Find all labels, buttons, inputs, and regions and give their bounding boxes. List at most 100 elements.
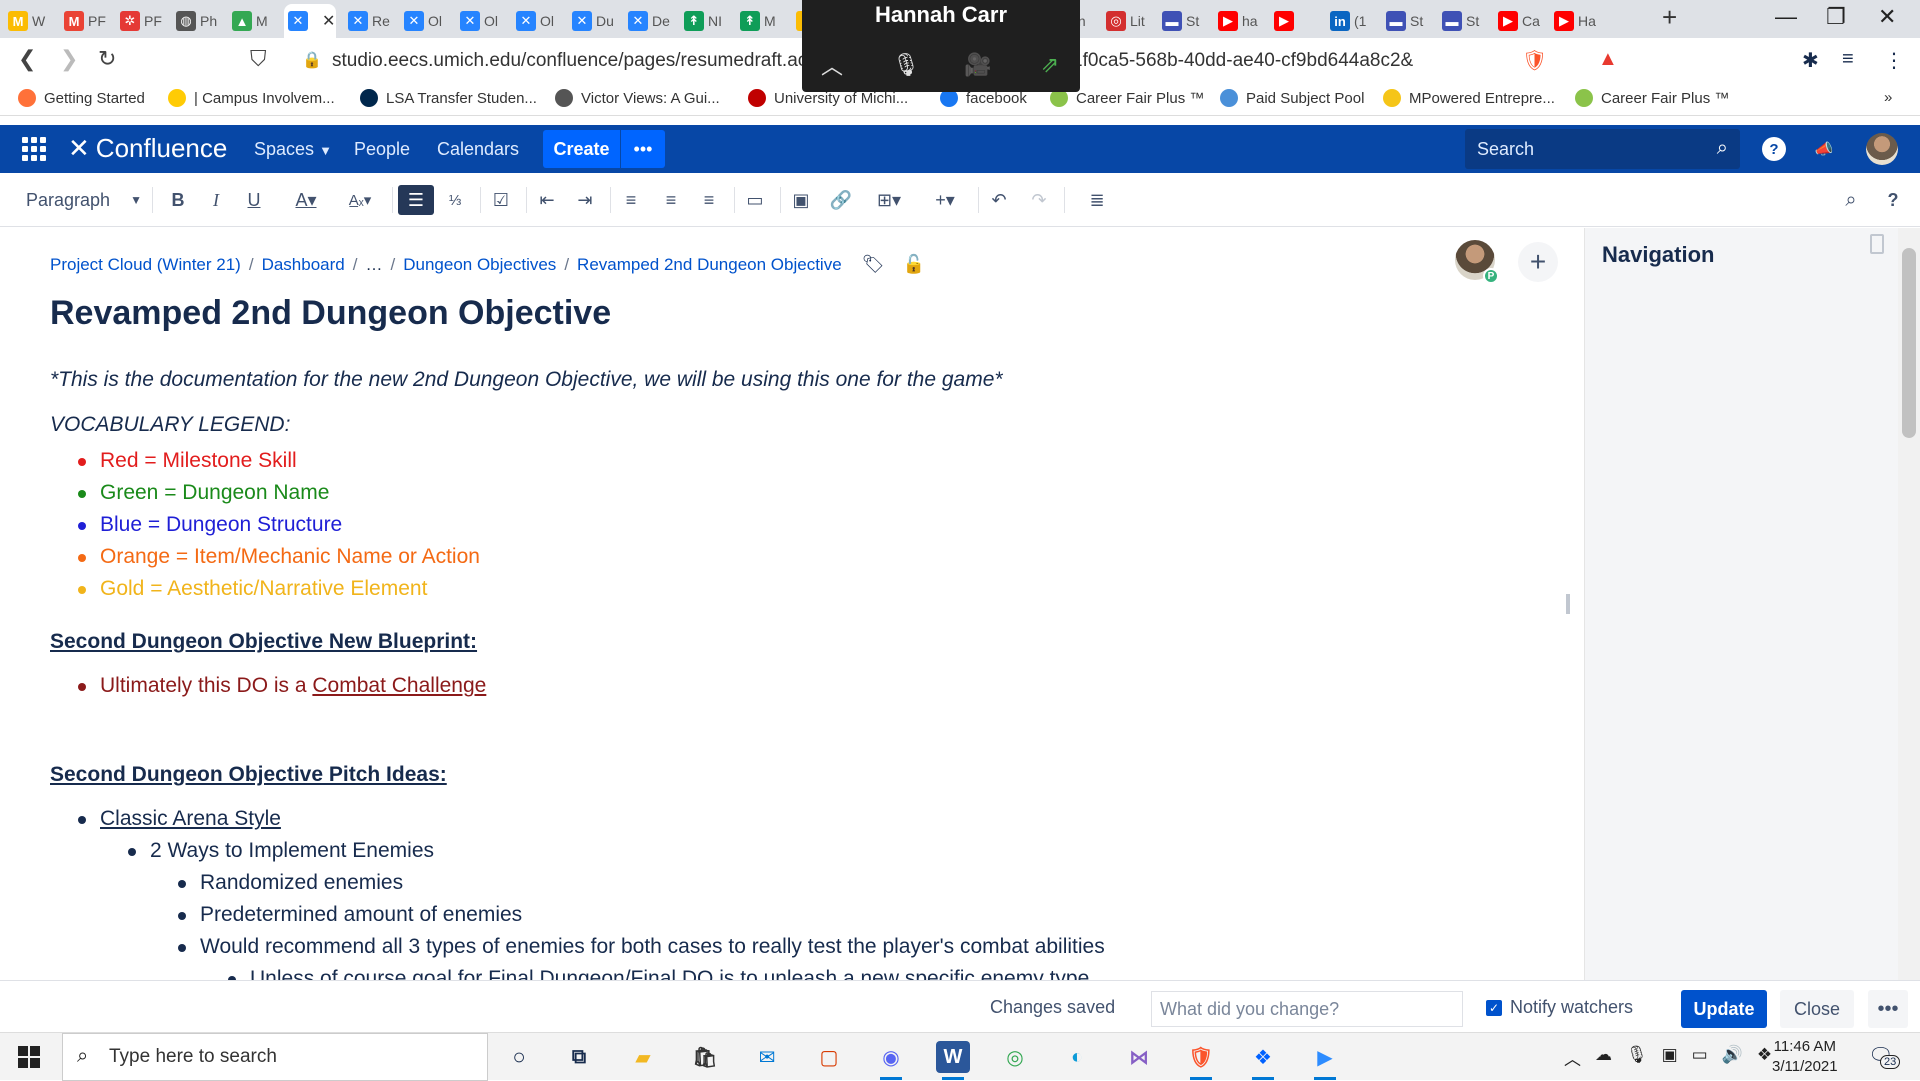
bookmark-item[interactable]: Paid Subject Pool (1220, 89, 1364, 107)
label-tag-icon[interactable]: 🏷 (862, 254, 885, 275)
volume-icon[interactable]: 🔊 (1722, 1045, 1743, 1070)
file-explorer-icon[interactable]: ▰ (626, 1041, 660, 1073)
new-tab-button[interactable]: + (1662, 2, 1677, 33)
outdent-icon[interactable]: ⇤ (532, 185, 562, 215)
media-controls-icon[interactable]: ≡ (1842, 48, 1854, 71)
combat-challenge-link[interactable]: Combat Challenge (312, 674, 486, 697)
underline-icon[interactable]: U (240, 185, 268, 215)
brave-shield-icon[interactable]: 🛡 (1522, 48, 1547, 73)
notification-center-icon[interactable]: 🗨 23 (1868, 1043, 1901, 1069)
intro-paragraph[interactable]: *This is the documentation for the new 2… (50, 364, 1003, 396)
update-button[interactable]: Update (1681, 990, 1767, 1028)
bookmark-item[interactable]: MPowered Entrepre... (1383, 89, 1555, 107)
nav-calendars[interactable]: Calendars (437, 139, 519, 160)
pitch-heading[interactable]: Second Dungeon Objective Pitch Ideas: (50, 759, 447, 791)
more-options-button[interactable]: ••• (1868, 990, 1908, 1028)
restore-window-button[interactable]: ❐ (1826, 4, 1846, 30)
browser-tab[interactable]: ▬ St (1438, 4, 1486, 38)
list-item[interactable]: Would recommend all 3 types of enemies f… (178, 931, 1105, 963)
mail-icon[interactable]: ✉ (750, 1041, 784, 1073)
zoom-icon[interactable]: ▶ (1308, 1041, 1342, 1080)
store-icon[interactable]: 🛍 (688, 1041, 722, 1073)
restrictions-lock-icon[interactable]: 🔓 (903, 254, 925, 275)
bookmark-item[interactable]: Getting Started (18, 89, 145, 107)
editor-content[interactable]: Project Cloud (Winter 21) / Dashboard / … (0, 228, 1584, 980)
italic-icon[interactable]: I (202, 185, 230, 215)
breadcrumb-item[interactable]: Revamped 2nd Dungeon Objective (577, 255, 842, 275)
bookmark-item[interactable]: Victor Views: A Gui... (555, 89, 720, 107)
editor-help-icon[interactable]: ? (1878, 185, 1908, 215)
bookmark-icon[interactable]: ⛉ (250, 46, 267, 72)
legend-item[interactable]: Gold = Aesthetic/Narrative Element (77, 573, 427, 605)
zoom-share-icon[interactable]: ⇗ (1032, 48, 1068, 82)
breadcrumb-item[interactable]: Dashboard (262, 255, 345, 275)
more-formatting-icon[interactable]: A̲ₓ▾ (338, 185, 382, 215)
browser-tab[interactable]: ▬ St (1158, 4, 1206, 38)
forward-icon[interactable]: ❯ (60, 46, 78, 72)
onedrive-icon[interactable]: ☁ (1595, 1045, 1612, 1070)
browser-tab[interactable]: ✕ De (624, 4, 672, 38)
system-clock[interactable]: 11:46 AM 3/11/2021 (1772, 1037, 1838, 1077)
notify-watchers-checkbox[interactable]: ✓ Notify watchers (1486, 997, 1633, 1018)
minimize-window-button[interactable]: — (1775, 4, 1797, 30)
panel-toggle-icon[interactable] (1870, 234, 1884, 254)
insert-image-icon[interactable]: ▣ (786, 185, 816, 215)
page-title[interactable]: Revamped 2nd Dungeon Objective (50, 294, 611, 333)
list-item[interactable]: Ultimately this DO is a Combat Challenge (77, 670, 486, 702)
close-window-button[interactable]: ✕ (1878, 4, 1896, 30)
notifications-icon[interactable]: 📣 (1812, 137, 1836, 161)
browser-menu-icon[interactable]: ⋮ (1884, 48, 1904, 73)
list-item[interactable]: Unless of course goal for Final Dungeon/… (227, 963, 1089, 980)
panel-resize-handle[interactable] (1566, 594, 1570, 614)
browser-tab[interactable]: ◍ Ph (172, 4, 220, 38)
zoom-video-off-icon[interactable]: 🎥 (960, 48, 996, 82)
legend-item[interactable]: Orange = Item/Mechanic Name or Action (78, 541, 480, 573)
page-properties-icon[interactable]: ≣ (1082, 185, 1112, 215)
scrollbar-thumb[interactable] (1902, 248, 1916, 438)
browser-tab[interactable]: MW (4, 4, 52, 38)
legend-item[interactable]: Green = Dungeon Name (77, 477, 329, 509)
more-bookmarks-button[interactable]: » (1884, 89, 1892, 106)
chrome-icon[interactable]: ◎ (998, 1041, 1032, 1073)
browser-tab[interactable]: M PF (60, 4, 108, 38)
browser-tab[interactable]: ▶ Ha (1550, 4, 1598, 38)
browser-tab[interactable]: ▶ Ca (1494, 4, 1542, 38)
find-replace-icon[interactable]: ⌕ (1836, 185, 1866, 215)
taskbar-search-input[interactable]: ⌕ Type here to search (62, 1033, 488, 1081)
display-icon[interactable]: ▣ (1662, 1045, 1678, 1070)
search-input[interactable]: Search ⌕ (1465, 129, 1740, 169)
back-icon[interactable]: ❮ (18, 46, 36, 72)
text-color-icon[interactable]: A▾ (284, 185, 328, 215)
breadcrumb-item[interactable]: Dungeon Objectives (403, 255, 556, 275)
browser-tab[interactable]: ✕ Du (568, 4, 616, 38)
redo-icon[interactable]: ↷ (1024, 185, 1054, 215)
zoom-mute-icon[interactable]: 🎙 (888, 48, 924, 82)
help-icon[interactable]: ? (1762, 137, 1786, 161)
browser-tab[interactable]: in (1 (1326, 4, 1374, 38)
task-list-icon[interactable]: ☑ (486, 185, 516, 215)
cortana-icon[interactable]: ○ (502, 1041, 536, 1073)
nav-spaces[interactable]: Spaces ▼ (254, 139, 332, 160)
browser-tab[interactable]: ✕ Ol (400, 4, 448, 38)
browser-tab[interactable]: ▶ (1270, 4, 1318, 38)
create-more-button[interactable]: ••• (620, 130, 665, 168)
bullet-list-icon[interactable]: ☰ (398, 185, 434, 215)
browser-tab-active[interactable]: ✕ ✕ (284, 4, 336, 38)
legend-item[interactable]: Blue = Dungeon Structure (77, 509, 342, 541)
page-scrollbar[interactable] (1898, 228, 1920, 980)
align-right-icon[interactable]: ≡ (694, 185, 724, 215)
discord-icon[interactable]: ◉ (874, 1041, 908, 1080)
extensions-icon[interactable]: ✱ (1802, 48, 1819, 73)
change-comment-input[interactable] (1151, 991, 1463, 1027)
browser-tab[interactable]: ▲ M (228, 4, 276, 38)
blueprint-heading[interactable]: Second Dungeon Objective New Blueprint: (50, 626, 477, 658)
bookmark-item[interactable]: Career Fair Plus ™ (1575, 89, 1729, 107)
list-item[interactable]: 2 Ways to Implement Enemies (128, 835, 434, 867)
page-layout-icon[interactable]: ▭ (740, 185, 770, 215)
reload-icon[interactable]: ↻ (98, 46, 116, 72)
breadcrumb-item[interactable]: Project Cloud (Winter 21) (50, 255, 241, 275)
app-switcher-icon[interactable] (22, 137, 46, 161)
windows-start-icon[interactable] (18, 1046, 40, 1068)
close-button[interactable]: Close (1780, 990, 1854, 1028)
insert-table-icon[interactable]: ⊞▾ (866, 185, 912, 215)
